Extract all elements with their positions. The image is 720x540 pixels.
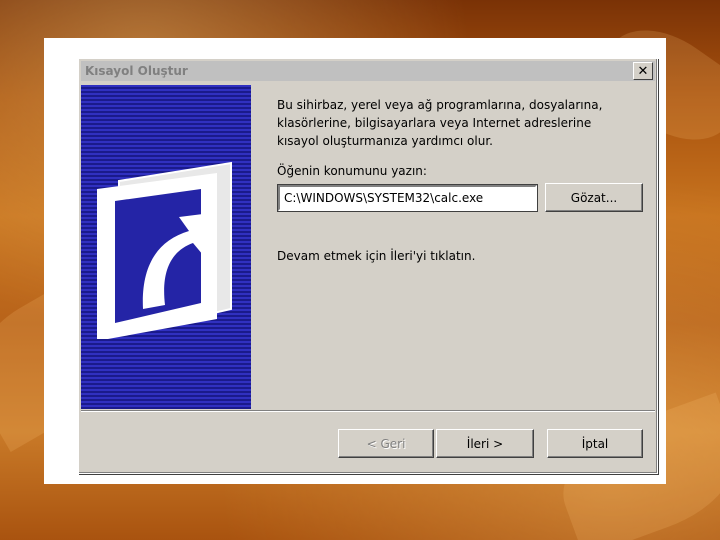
continue-instruction: Devam etmek için İleri'yi tıklatın. (277, 249, 476, 263)
close-icon: ✕ (637, 63, 649, 79)
title-bar[interactable]: Kısayol Oluştur ✕ (81, 61, 655, 81)
wizard-banner (81, 85, 251, 409)
cancel-button[interactable]: İptal (547, 429, 643, 458)
button-separator (81, 410, 655, 412)
shortcut-arrow-icon (97, 161, 232, 339)
browse-button[interactable]: Gözat... (545, 183, 643, 212)
close-button[interactable]: ✕ (633, 62, 653, 80)
create-shortcut-dialog: Kısayol Oluştur ✕ Bu sihirbaz, yerel vey… (78, 58, 658, 474)
next-button[interactable]: İleri > (436, 429, 534, 458)
back-button[interactable]: < Geri (338, 429, 434, 458)
dialog-title: Kısayol Oluştur (85, 64, 188, 78)
intro-line: Bu sihirbaz, yerel veya ağ programlarına… (277, 98, 603, 112)
intro-line: klasörlerine, bilgisayarlara veya Intern… (277, 116, 592, 130)
location-prompt: Öğenin konumunu yazın: (277, 164, 427, 178)
location-input[interactable] (277, 184, 538, 212)
slide-frame: Kısayol Oluştur ✕ Bu sihirbaz, yerel vey… (44, 38, 666, 484)
intro-line: kısayol oluşturmanıza yardımcı olur. (277, 134, 493, 148)
intro-text: Bu sihirbaz, yerel veya ağ programlarına… (277, 96, 637, 150)
